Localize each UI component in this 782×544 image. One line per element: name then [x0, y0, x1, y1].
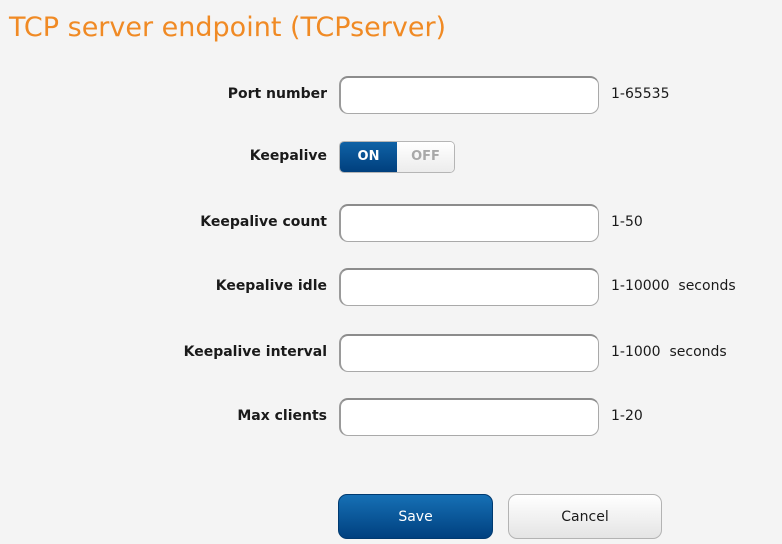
port-number-hint: 1-65535	[611, 86, 670, 102]
port-number-input[interactable]	[339, 76, 599, 114]
keepalive-interval-label: Keepalive interval	[183, 344, 327, 360]
keepalive-idle-row: Keepalive idle 1-10000 seconds	[0, 268, 782, 306]
keepalive-idle-label: Keepalive idle	[215, 278, 327, 294]
max-clients-label: Max clients	[237, 408, 327, 424]
keepalive-interval-row: Keepalive interval 1-1000 seconds	[0, 334, 782, 372]
port-number-row: Port number 1-65535	[0, 76, 782, 114]
max-clients-input[interactable]	[339, 398, 599, 436]
keepalive-off-option[interactable]: OFF	[397, 142, 454, 172]
keepalive-idle-input[interactable]	[339, 268, 599, 306]
save-button[interactable]: Save	[338, 494, 493, 539]
max-clients-row: Max clients 1-20	[0, 398, 782, 436]
keepalive-interval-hint: 1-1000 seconds	[611, 344, 727, 360]
cancel-button[interactable]: Cancel	[508, 494, 662, 539]
keepalive-toggle[interactable]: ON OFF	[339, 141, 455, 173]
keepalive-count-label: Keepalive count	[200, 214, 327, 230]
keepalive-count-input[interactable]	[339, 204, 599, 242]
port-number-label: Port number	[227, 86, 327, 102]
keepalive-interval-input[interactable]	[339, 334, 599, 372]
keepalive-count-hint: 1-50	[611, 214, 643, 230]
keepalive-idle-hint: 1-10000 seconds	[611, 278, 736, 294]
max-clients-hint: 1-20	[611, 408, 643, 424]
page-title: TCP server endpoint (TCPserver)	[9, 12, 447, 43]
keepalive-count-row: Keepalive count 1-50	[0, 204, 782, 242]
keepalive-label: Keepalive	[249, 148, 327, 164]
keepalive-on-option[interactable]: ON	[340, 142, 397, 172]
keepalive-row: Keepalive ON OFF	[0, 138, 782, 176]
